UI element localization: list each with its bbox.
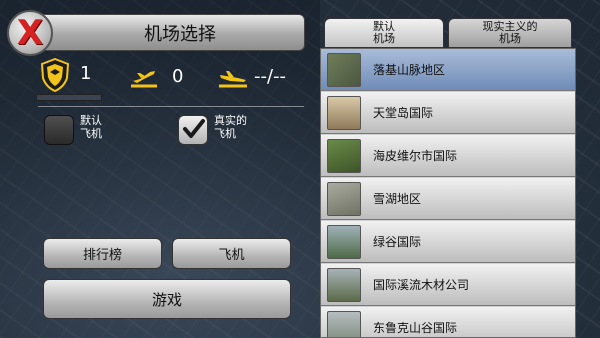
airport-thumbnail: [327, 310, 361, 337]
realistic-planes-label: 真实的 飞机: [214, 114, 247, 140]
realistic-planes-checkbox[interactable]: [178, 115, 208, 145]
takeoff-icon: [131, 71, 157, 88]
divider: [38, 106, 304, 107]
level-value: 1: [80, 63, 92, 84]
airport-thumbnail: [327, 267, 361, 302]
close-icon: X: [16, 13, 44, 53]
airport-thumbnail: [327, 224, 361, 259]
airport-thumbnail: [327, 181, 361, 216]
airport-name: 国际溪流木材公司: [373, 278, 470, 292]
airport-list-item[interactable]: 东鲁克山谷国际: [321, 307, 575, 337]
default-planes-label: 默认 飞机: [80, 114, 102, 140]
aircraft-button[interactable]: 飞机: [172, 238, 291, 269]
airport-list-item[interactable]: 雪湖地区: [321, 178, 575, 220]
play-button[interactable]: 游戏: [43, 279, 291, 319]
experience-bar: [36, 94, 102, 101]
airport-list-item[interactable]: 落基山脉地区: [321, 49, 575, 91]
landings-count: --/--: [254, 66, 287, 87]
airport-list[interactable]: 落基山脉地区 天堂岛国际 海皮维尔市国际 雪湖地区 绿谷国际 国际溪流木材公司 …: [320, 48, 576, 338]
rank-badge-icon: [40, 58, 70, 92]
airport-name: 天堂岛国际: [373, 106, 434, 120]
airport-name: 海皮维尔市国际: [373, 149, 458, 163]
airport-thumbnail: [327, 95, 361, 130]
airport-name: 落基山脉地区: [373, 63, 446, 77]
airport-name: 东鲁克山谷国际: [373, 321, 458, 335]
tab-realistic-airports[interactable]: 现实主义的 机场: [448, 18, 572, 48]
close-button[interactable]: X: [7, 10, 53, 56]
landing-icon: [219, 71, 247, 88]
airport-list-item[interactable]: 国际溪流木材公司: [321, 264, 575, 306]
airport-name: 绿谷国际: [373, 235, 422, 249]
leaderboard-button[interactable]: 排行榜: [43, 238, 162, 269]
page-title: 机场选择: [35, 14, 305, 51]
airport-list-item[interactable]: 天堂岛国际: [321, 92, 575, 134]
default-planes-checkbox[interactable]: [44, 115, 74, 145]
airport-thumbnail: [327, 52, 361, 87]
takeoffs-count: 0: [172, 66, 184, 87]
checkmark-icon: [183, 119, 205, 138]
airport-list-item[interactable]: 绿谷国际: [321, 221, 575, 263]
airport-list-item[interactable]: 海皮维尔市国际: [321, 135, 575, 177]
airport-name: 雪湖地区: [373, 192, 422, 206]
tab-default-airports[interactable]: 默认 机场: [324, 18, 444, 48]
airport-thumbnail: [327, 138, 361, 173]
